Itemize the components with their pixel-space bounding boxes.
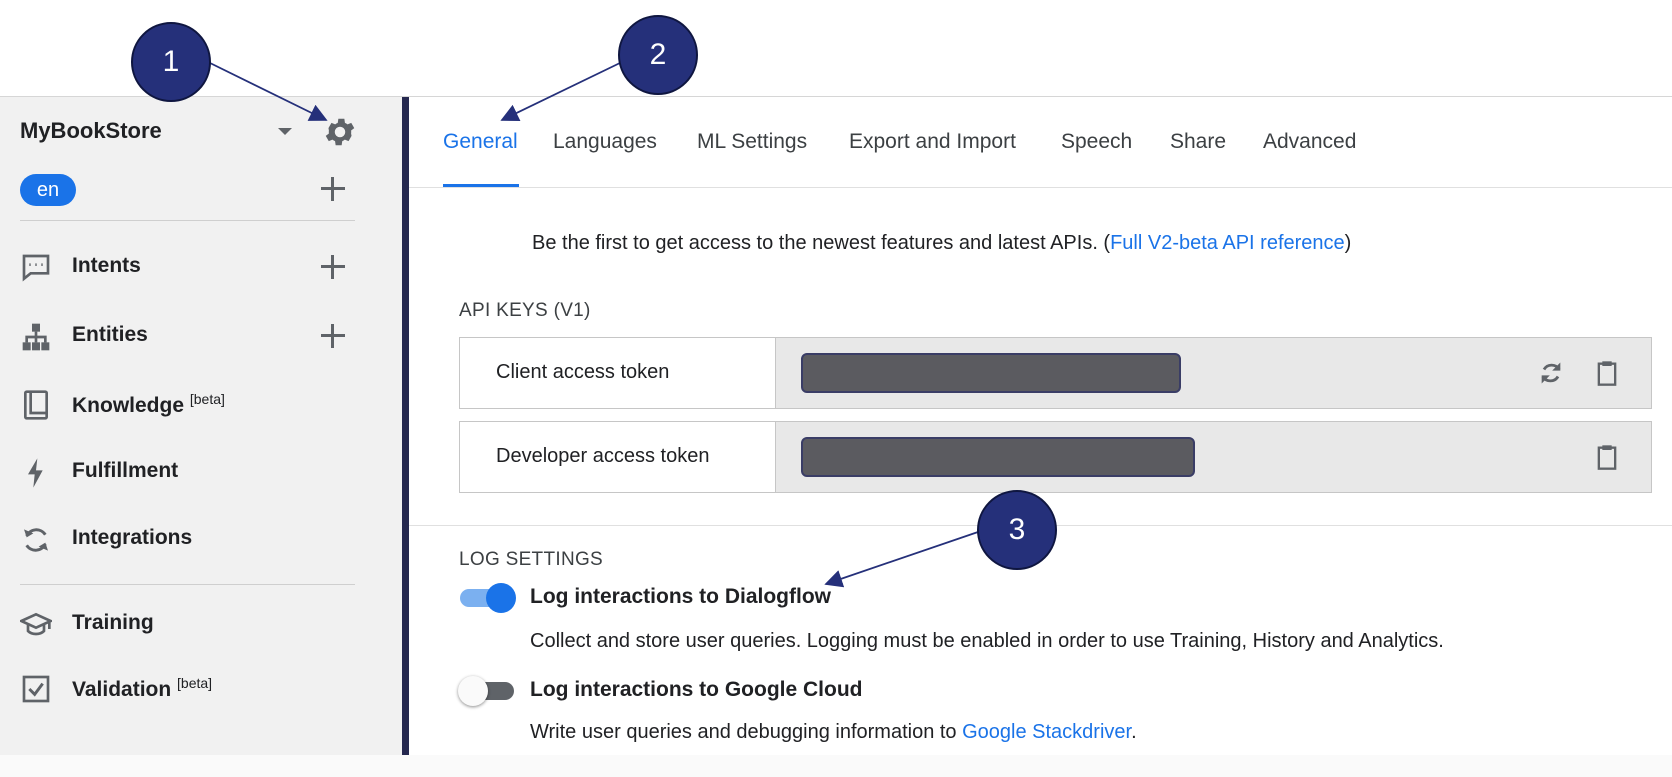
tabs-border (409, 187, 1672, 188)
chat-bubble-icon (22, 254, 50, 282)
sidebar-item-label: Knowledge [beta] (72, 391, 225, 417)
redacted-token (801, 353, 1181, 393)
developer-token-row: Developer access token (459, 421, 1652, 493)
cloud-logging-toggle[interactable] (458, 675, 516, 706)
redacted-token (801, 437, 1195, 477)
api-reference-link[interactable]: Full V2-beta API reference (1110, 232, 1345, 254)
sidebar-item-label: Intents (72, 254, 141, 277)
tab-languages[interactable]: Languages (553, 130, 657, 154)
tab-ml-settings[interactable]: ML Settings (697, 130, 807, 154)
sync-icon (24, 528, 48, 552)
cloud-logging-desc: Write user queries and debugging informa… (530, 721, 1137, 743)
agent-name[interactable]: MyBookStore (20, 118, 162, 144)
callout-2: 2 (618, 15, 698, 95)
tab-speech[interactable]: Speech (1061, 130, 1132, 154)
settings-tabs: General Languages ML Settings Export and… (409, 97, 1672, 187)
add-language-icon[interactable] (320, 176, 346, 202)
sidebar-separator (20, 220, 355, 221)
beta-promo-text: Be the first to get access to the newest… (532, 232, 1352, 254)
tab-general[interactable]: General (443, 130, 518, 154)
sidebar-item-label: Fulfillment (72, 459, 179, 482)
graduation-cap-icon (20, 612, 52, 636)
callout-1: 1 (131, 22, 211, 102)
sidebar-divider (402, 97, 409, 755)
bottom-margin (0, 755, 1672, 777)
client-token-field[interactable] (776, 338, 1651, 408)
tab-share[interactable]: Share (1170, 130, 1226, 154)
developer-token-field[interactable] (776, 422, 1651, 492)
dialogflow-logging-desc: Collect and store user queries. Logging … (530, 630, 1444, 652)
checkbox-icon (22, 675, 50, 703)
cloud-logging-title: Log interactions to Google Cloud (530, 678, 863, 701)
sidebar-item-knowledge[interactable]: Knowledge [beta] (0, 383, 400, 423)
tab-export-import[interactable]: Export and Import (849, 130, 1016, 154)
sidebar-item-training[interactable]: Training (0, 603, 400, 643)
developer-token-label: Developer access token (496, 445, 710, 467)
book-icon (24, 390, 48, 420)
sidebar-item-integrations[interactable]: Integrations (0, 518, 400, 558)
tab-advanced[interactable]: Advanced (1263, 130, 1356, 154)
sidebar-item-label: Validation [beta] (72, 675, 213, 701)
sidebar-item-fulfillment[interactable]: Fulfillment (0, 451, 400, 491)
gear-icon[interactable] (322, 114, 358, 150)
clipboard-icon[interactable] (1593, 443, 1621, 471)
add-intent-icon[interactable] (320, 254, 346, 280)
sidebar-item-label: Entities (72, 323, 148, 346)
refresh-icon[interactable] (1537, 359, 1565, 387)
client-token-row: Client access token (459, 337, 1652, 409)
language-chip[interactable]: en (20, 174, 76, 206)
lightning-icon (28, 458, 43, 488)
beta-badge: [beta] (189, 391, 225, 407)
beta-badge: [beta] (177, 675, 213, 691)
log-settings-heading: LOG SETTINGS (459, 549, 604, 570)
clipboard-icon[interactable] (1593, 359, 1621, 387)
hierarchy-icon (22, 323, 50, 351)
sidebar-item-validation[interactable]: Validation [beta] (0, 667, 400, 707)
callout-3: 3 (977, 490, 1057, 570)
dialogflow-logging-toggle[interactable] (458, 582, 516, 613)
sidebar-item-label: Integrations (72, 526, 193, 549)
sidebar-item-label: Training (72, 611, 154, 634)
add-entity-icon[interactable] (320, 323, 346, 349)
stackdriver-link[interactable]: Google Stackdriver (962, 721, 1131, 743)
chevron-down-icon[interactable] (278, 128, 292, 135)
sidebar-separator (20, 584, 355, 585)
client-token-label: Client access token (496, 361, 670, 383)
dialogflow-logging-title: Log interactions to Dialogflow (530, 585, 831, 608)
api-keys-heading: API KEYS (V1) (459, 300, 591, 321)
